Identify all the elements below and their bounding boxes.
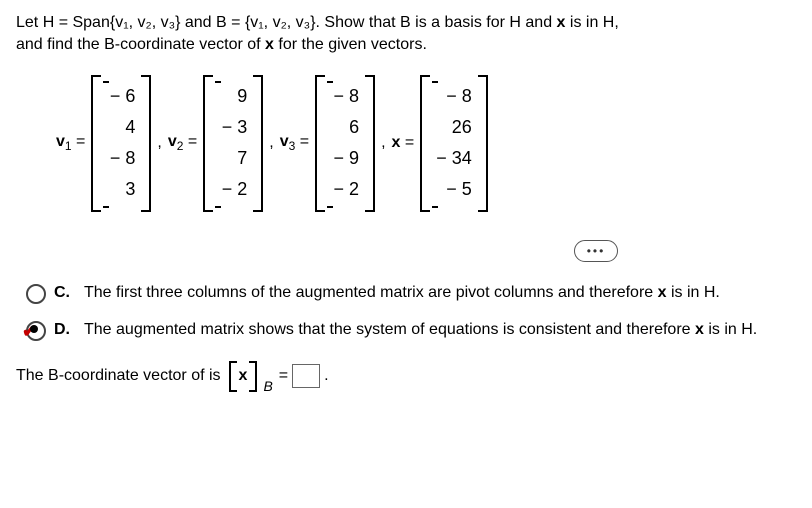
option-text: The augmented matrix shows that the syst… [84, 319, 796, 341]
option-letter: C. [54, 282, 70, 304]
matrix-v1: − 6 4 − 8 3 [91, 75, 151, 212]
radio-d[interactable]: ✔ [26, 321, 46, 341]
radio-c[interactable] [26, 284, 46, 304]
option-text: The first three columns of the augmented… [84, 282, 796, 304]
matrix-v2: 9 − 3 7 − 2 [203, 75, 263, 212]
check-icon: ✔ [22, 319, 37, 344]
answer-input[interactable] [292, 364, 320, 388]
matrix-x: − 8 26 − 34 − 5 [420, 75, 488, 212]
matrix-v3: − 8 6 − 9 − 2 [315, 75, 375, 212]
answer-prompt: The B-coordinate vector of is x B = . [16, 361, 796, 391]
question-prompt: Let H = Span{v₁, v₂, v₃} and B = {v₁, v₂… [16, 12, 796, 57]
option-c[interactable]: C. The first three columns of the augmen… [26, 282, 796, 304]
expand-button[interactable]: ••• [574, 240, 619, 263]
vector-definitions: v1 = − 6 4 − 8 3 , v2 = 9 − 3 7 − 2 , v3… [56, 75, 796, 212]
bracket-x: x [229, 361, 258, 391]
option-d[interactable]: ✔ D. The augmented matrix shows that the… [26, 319, 796, 341]
option-letter: D. [54, 319, 70, 341]
